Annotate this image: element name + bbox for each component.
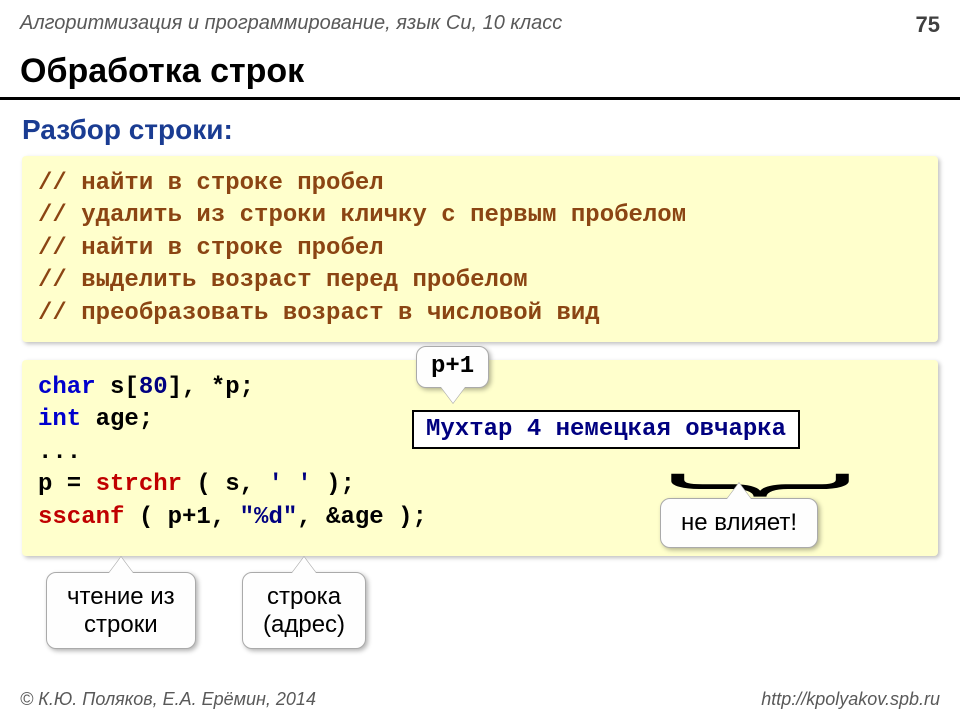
comments-box: // найти в строке пробел // удалить из с… [22,156,938,342]
comment-line: // найти в строке пробел [38,170,384,197]
footer-right: http://kpolyakov.spb.ru [761,689,940,710]
callout-line: чтение из [67,583,175,610]
code-text: ], *p; [168,374,254,401]
callout-line: строки [84,611,158,638]
callout-line: строка [267,583,341,610]
code-text: p = [38,471,96,498]
callout-text: p+1 [431,353,474,380]
comment-line: // преобразовать возраст в числовой вид [38,300,600,327]
keyword: char [38,374,96,401]
literal: ' ' [268,471,311,498]
code-text: , &age ); [297,504,427,531]
literal: "%d" [240,504,298,531]
keyword: int [38,406,81,433]
course-title: Алгоритмизация и программирование, язык … [20,12,562,38]
func-call: sscanf [38,504,124,531]
code-text: age; [81,406,153,433]
func-call: strchr [96,471,182,498]
callout-text: не влияет! [681,509,797,536]
comment-line: // выделить возраст перед пробелом [38,267,528,294]
slide-footer: © К.Ю. Поляков, Е.А. Ерёмин, 2014 http:/… [0,689,960,710]
comment-line: // найти в строке пробел [38,235,384,262]
callout-line: (адрес) [263,611,345,638]
callout-noeffect: не влияет! [660,498,818,548]
slide-subtitle: Разбор строки: [0,114,960,156]
page-number: 75 [916,12,940,38]
slide-title: Обработка строк [0,46,960,100]
example-text: Мухтар 4 немецкая овчарка [426,416,786,443]
code-text: ( s, [182,471,268,498]
code-text: s[ [96,374,139,401]
code-text: ... [38,439,81,466]
slide-header: Алгоритмизация и программирование, язык … [0,0,960,46]
code-text: ( p+1, [124,504,239,531]
callout-ptr: p+1 [416,346,489,388]
code-text: ); [312,471,355,498]
footer-left: © К.Ю. Поляков, Е.А. Ерёмин, 2014 [20,689,316,710]
comment-line: // удалить из строки кличку с первым про… [38,202,686,229]
callout-addr: строка (адрес) [242,572,366,649]
callout-read: чтение из строки [46,572,196,649]
literal: 80 [139,374,168,401]
example-string: Мухтар 4 немецкая овчарка [412,410,800,449]
